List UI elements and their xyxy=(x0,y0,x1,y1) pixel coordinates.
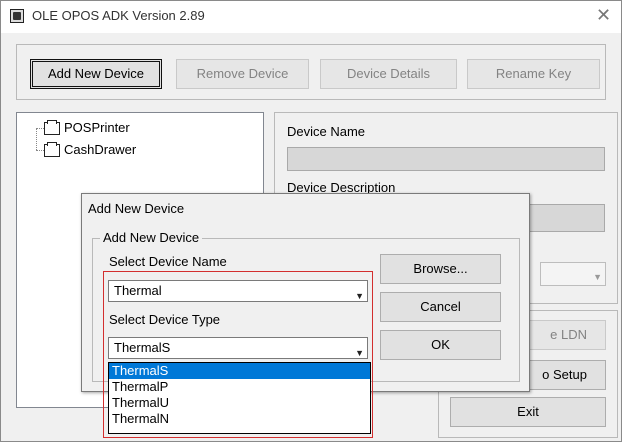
tree-connector xyxy=(36,128,37,150)
chevron-down-icon: ▼ xyxy=(355,291,364,301)
dialog-group-label: Add New Device xyxy=(100,230,203,245)
tree-connector xyxy=(36,128,44,129)
folder-icon xyxy=(44,142,60,158)
select-device-name-label: Select Device Name xyxy=(109,254,227,269)
add-new-device-button[interactable]: Add New Device xyxy=(30,59,162,89)
close-icon[interactable]: ✕ xyxy=(596,5,611,26)
device-name-select[interactable]: Thermal ▼ xyxy=(108,280,368,302)
device-type-select[interactable]: ThermalS ▼ xyxy=(108,337,368,359)
tree-item-posprinter[interactable]: POSPrinter xyxy=(44,120,130,136)
app-icon xyxy=(10,9,24,23)
right-panel-select[interactable]: ▼ xyxy=(540,262,606,286)
tree-item-cashdrawer[interactable]: CashDrawer xyxy=(44,142,136,158)
dropdown-option[interactable]: ThermalS xyxy=(109,363,370,379)
ok-button[interactable]: OK xyxy=(380,330,501,360)
device-name-field xyxy=(287,147,605,171)
chevron-down-icon: ▼ xyxy=(355,348,364,358)
exit-button[interactable]: Exit xyxy=(450,397,606,427)
tree-connector xyxy=(36,150,44,151)
dropdown-option[interactable]: ThermalU xyxy=(109,395,370,411)
dropdown-option[interactable]: ThermalN xyxy=(109,411,370,427)
folder-icon xyxy=(44,120,60,136)
rename-key-button[interactable]: Rename Key xyxy=(467,59,600,89)
remove-device-button[interactable]: Remove Device xyxy=(176,59,309,89)
chevron-down-icon: ▼ xyxy=(593,272,602,282)
device-details-button[interactable]: Device Details xyxy=(320,59,457,89)
select-device-type-label: Select Device Type xyxy=(109,312,221,327)
dropdown-option[interactable]: ThermalP xyxy=(109,379,370,395)
device-type-dropdown: ThermalS ThermalP ThermalU ThermalN xyxy=(108,362,371,434)
device-name-label: Device Name xyxy=(287,124,366,139)
dialog-title: Add New Device xyxy=(88,201,185,216)
cancel-button[interactable]: Cancel xyxy=(380,292,501,322)
window-title: OLE OPOS ADK Version 2.89 xyxy=(32,8,205,23)
browse-button[interactable]: Browse... xyxy=(380,254,501,284)
